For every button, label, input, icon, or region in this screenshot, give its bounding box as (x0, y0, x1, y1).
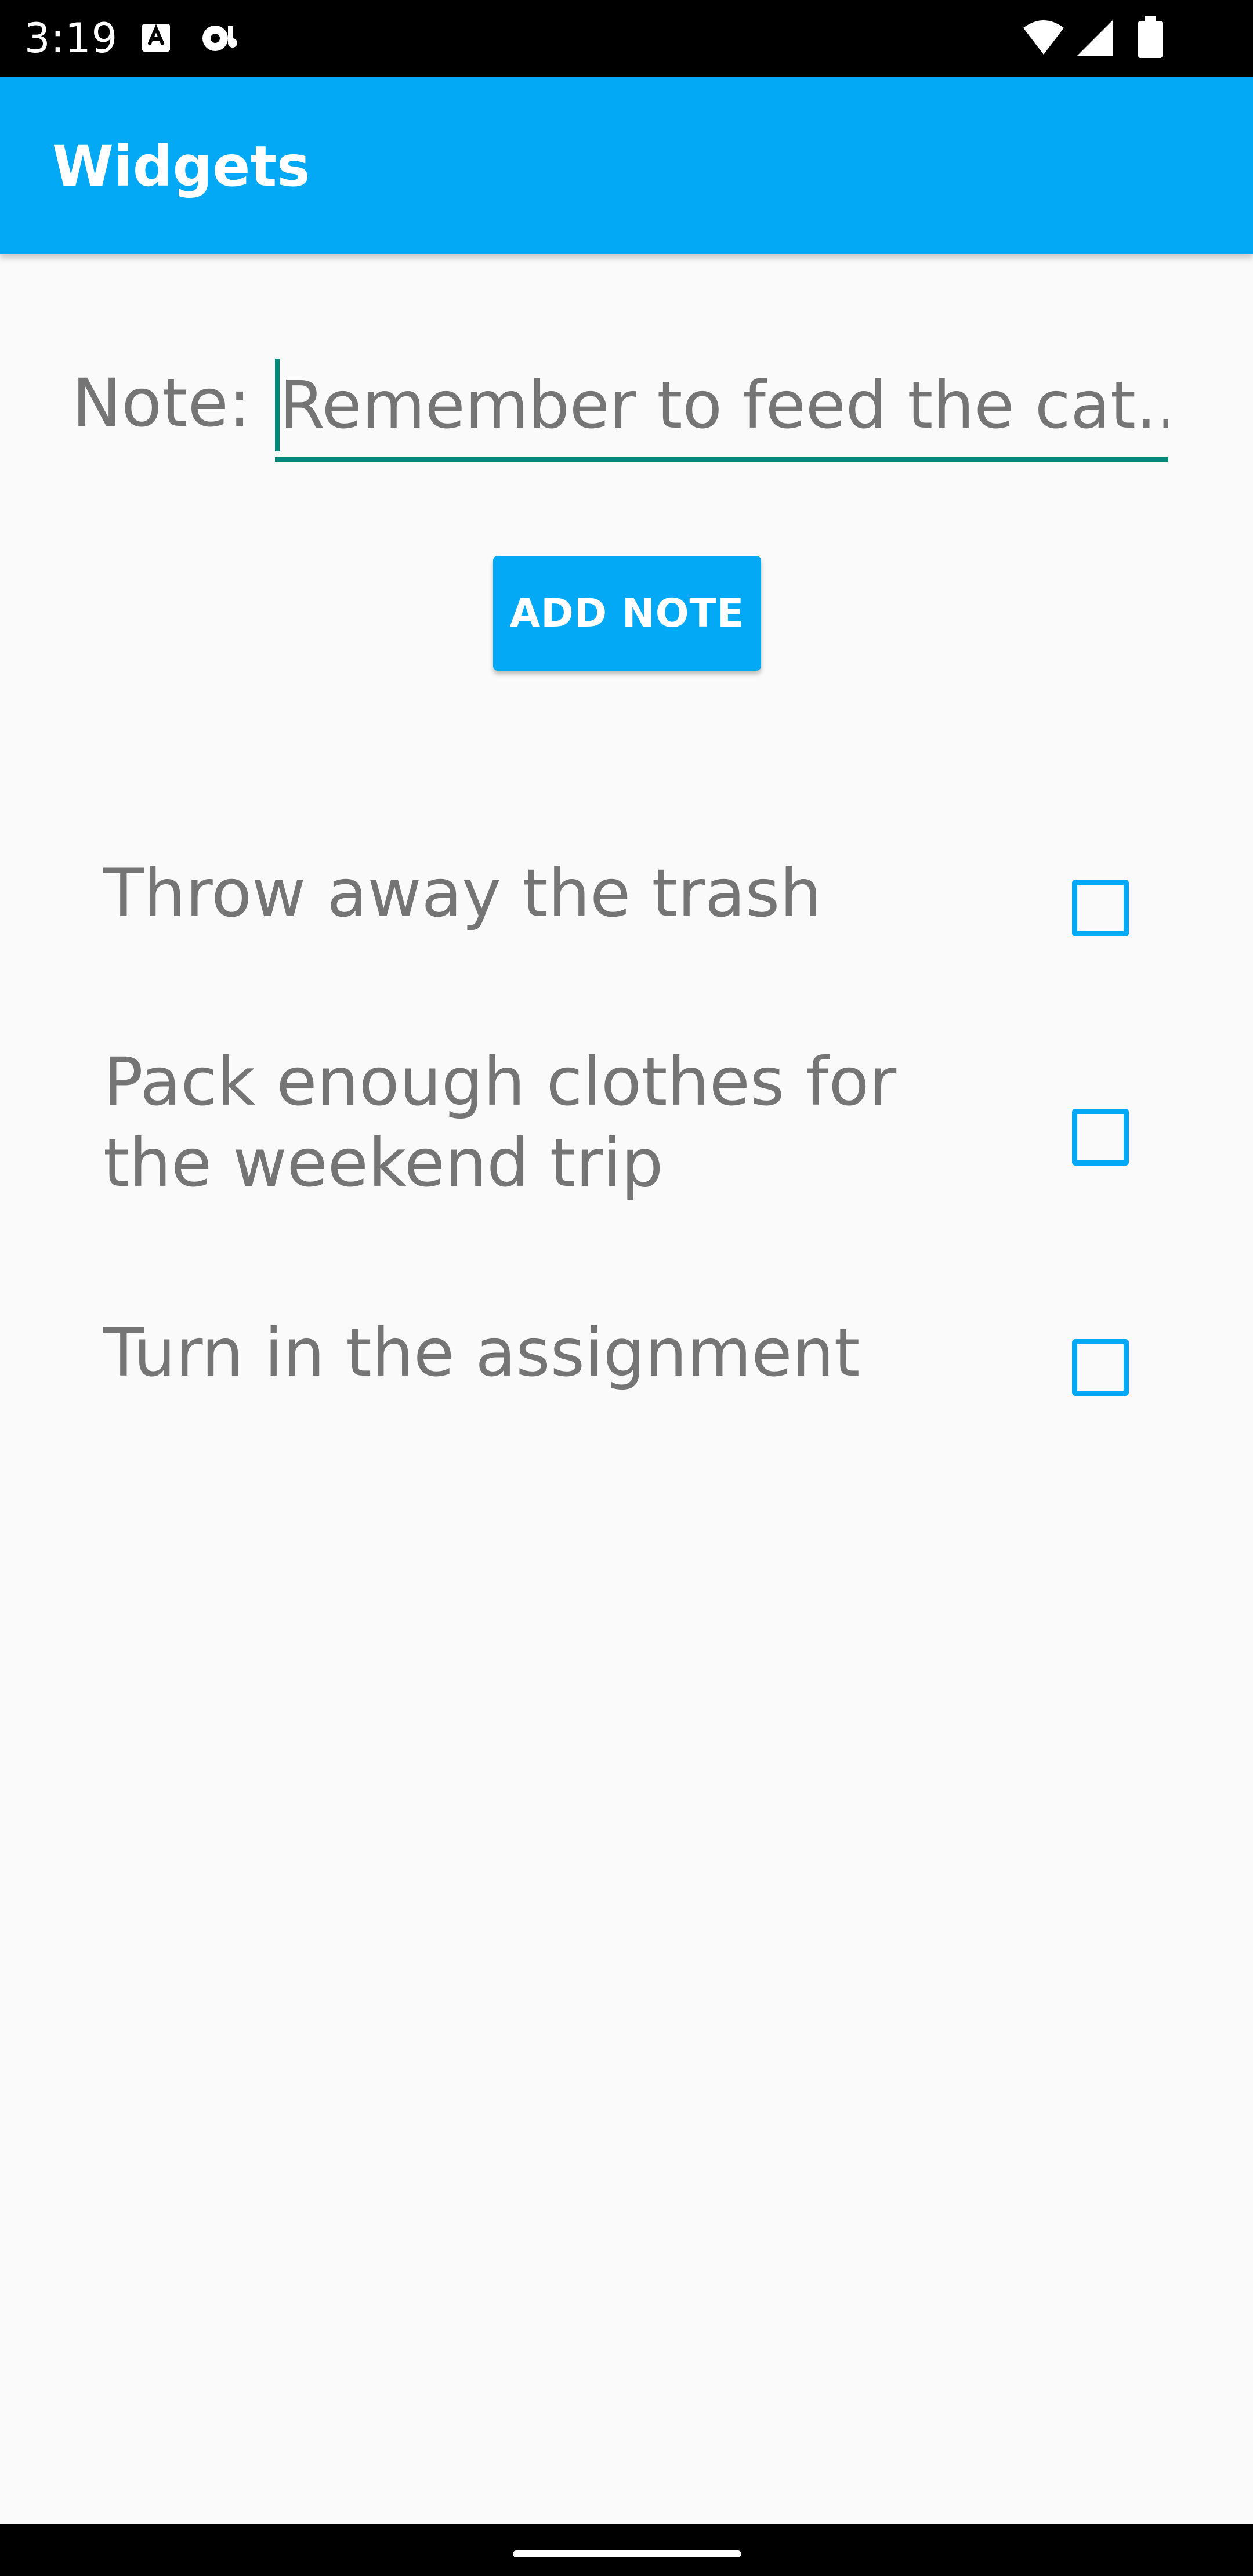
list-item-label: Pack enough clothes for the weekend trip (103, 1043, 897, 1202)
home-gesture-handle[interactable] (513, 2550, 741, 2557)
note-input[interactable] (275, 354, 1168, 457)
navigation-bar (0, 2524, 1253, 2576)
note-label: Note: (72, 364, 251, 442)
note-checkbox[interactable] (1072, 1109, 1129, 1166)
wifi-icon (1023, 20, 1064, 55)
app-bar: Widgets (0, 77, 1253, 254)
note-checkbox[interactable] (1072, 1339, 1129, 1396)
app-screen: 3:19 Widgets Note: ADD NOTE (0, 0, 1253, 2576)
note-input-container (275, 354, 1168, 464)
media-notification-icon (202, 26, 237, 51)
list-item-label: Turn in the assignment (103, 1314, 860, 1391)
note-checkbox[interactable] (1072, 880, 1129, 936)
list-item: Turn in the assignment (0, 1312, 1253, 1428)
cell-signal-icon (1077, 20, 1113, 56)
list-item: Pack enough clothes for the weekend trip (0, 1041, 1253, 1215)
note-input-underline (275, 457, 1168, 462)
add-note-button[interactable]: ADD NOTE (493, 556, 761, 671)
text-notification-icon (142, 24, 170, 52)
battery-icon (1138, 16, 1163, 58)
list-item-label: Throw away the trash (103, 855, 822, 932)
text-cursor (275, 359, 280, 451)
status-bar: 3:19 (0, 0, 1253, 77)
list-item: Throw away the trash (0, 853, 1253, 969)
status-time: 3:19 (24, 15, 118, 62)
app-title: Widgets (52, 134, 310, 199)
